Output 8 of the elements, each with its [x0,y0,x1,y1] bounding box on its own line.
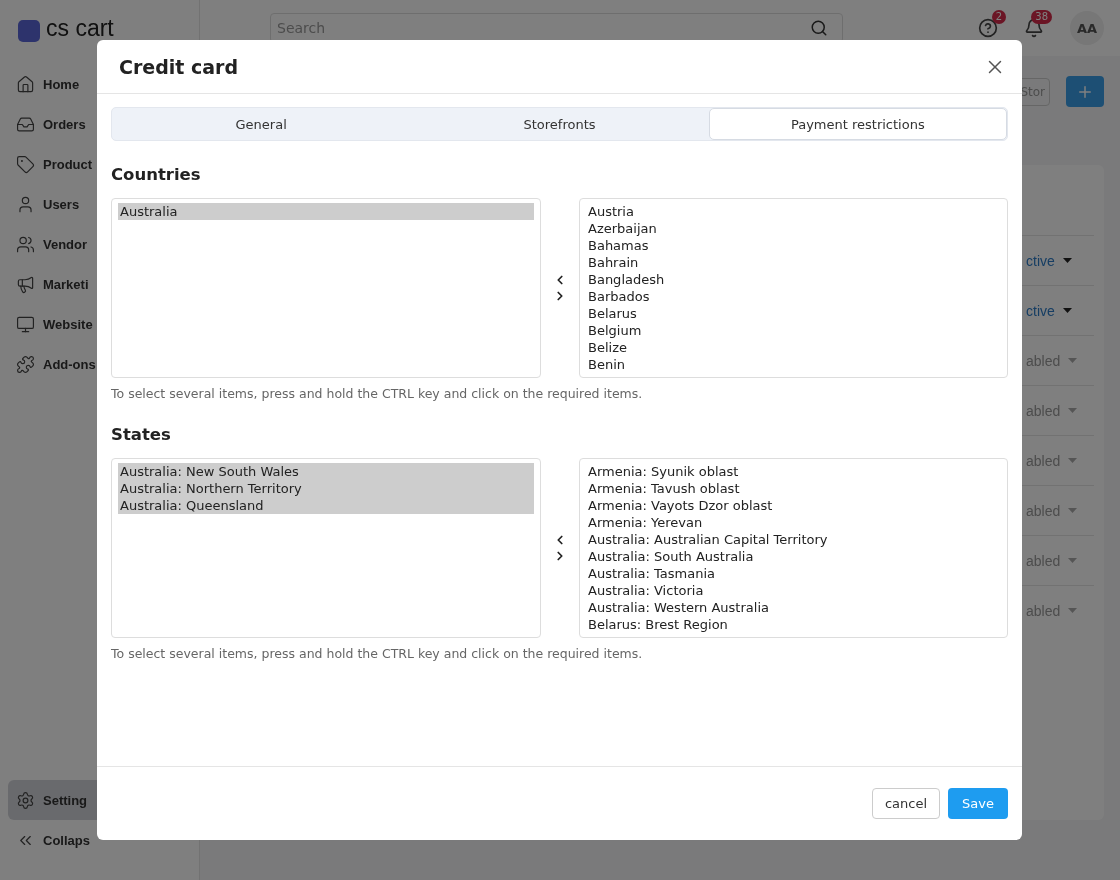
hint-text: To select several items, press and hold the CTRL key and click on the required items. [111,386,644,401]
modal-title: Credit card [119,55,239,78]
section-heading: States [111,425,172,444]
notification-badge: 38 [1031,10,1052,24]
logo: cs cart [46,14,114,42]
help-badge: 2 [991,10,1006,24]
hint-text: To select several items, press and hold the CTRL key and click on the required items. [111,646,644,661]
section-heading: Countries [111,165,202,184]
